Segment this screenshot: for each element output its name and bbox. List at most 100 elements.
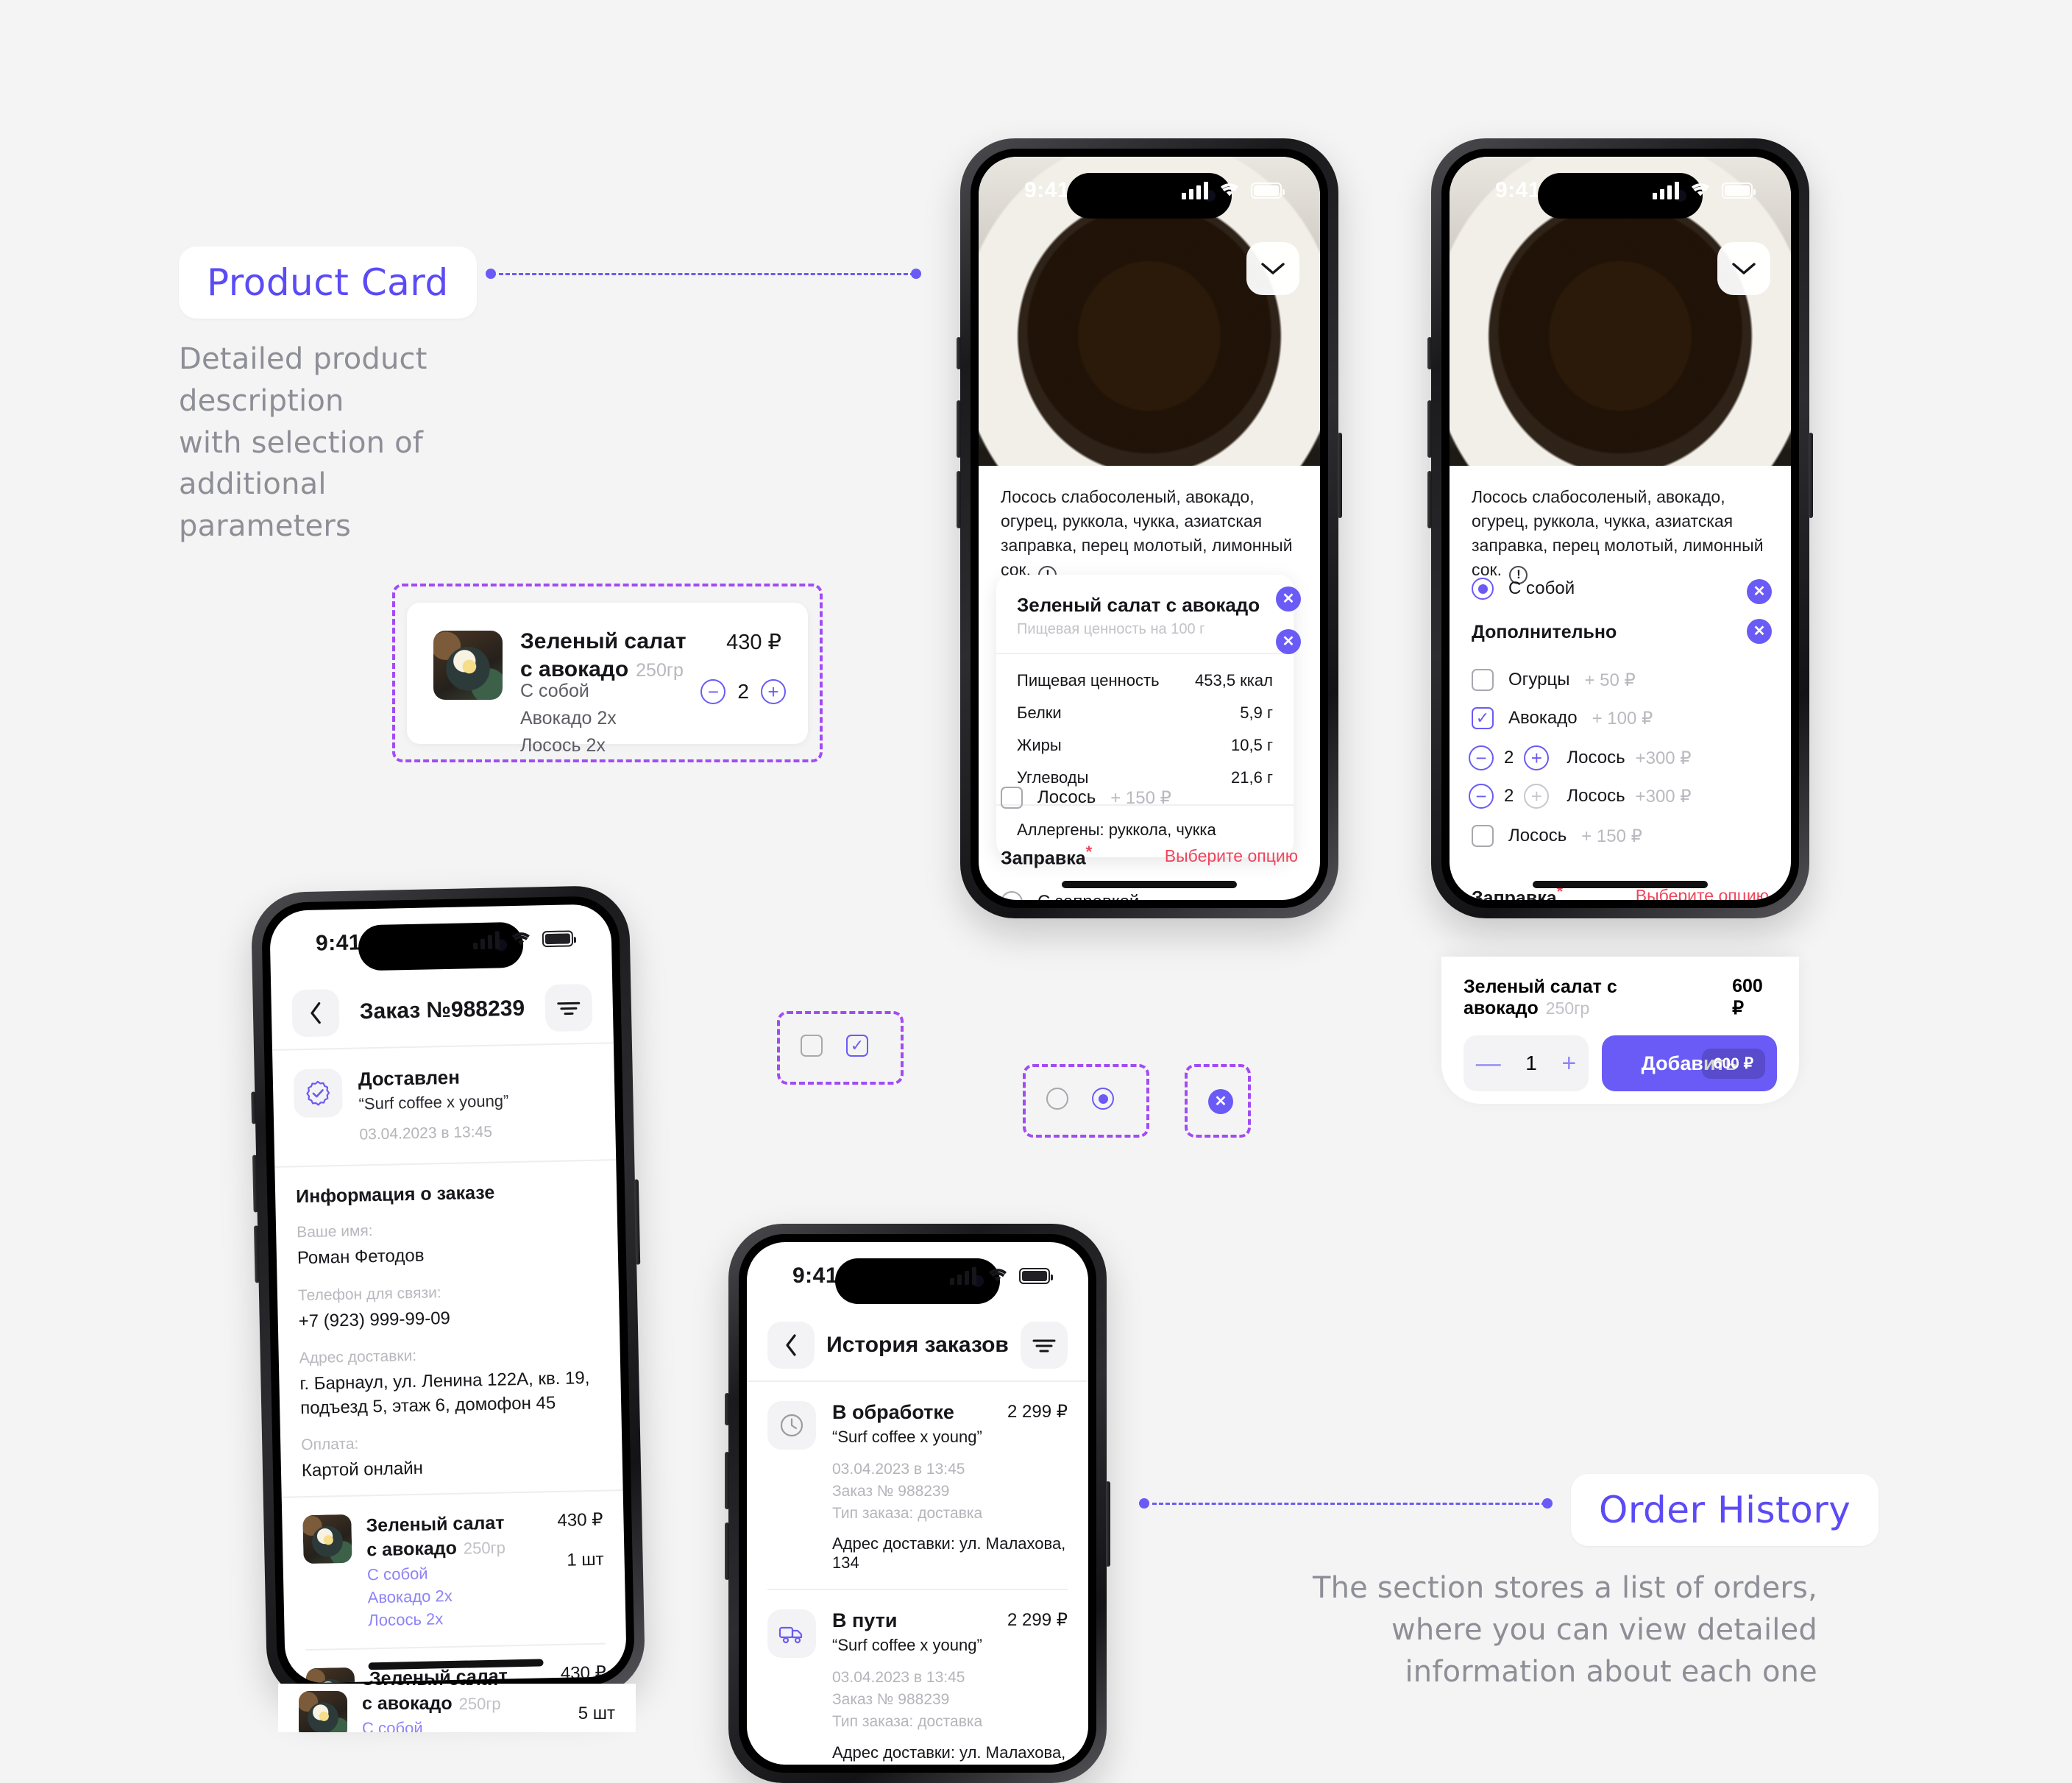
close-badge-1[interactable]: ✕: [1276, 586, 1301, 612]
order-detail-content: Заказ №988239 Доставлен “Surf coffee x y…: [271, 971, 627, 1684]
volume-up-button[interactable]: [957, 400, 961, 458]
filter-button[interactable]: [1021, 1322, 1068, 1369]
salmon-checkbox[interactable]: [1001, 787, 1023, 809]
list-item[interactable]: В пути “Surf coffee x young” 03.04.2023 …: [747, 1590, 1088, 1765]
back-button[interactable]: [767, 1322, 815, 1369]
volume-up-button[interactable]: [725, 1452, 729, 1509]
status-icons: [1653, 182, 1756, 199]
checkbox-unchecked-swatch[interactable]: [801, 1035, 823, 1057]
extra-row-1[interactable]: Авокадо + 100 ₽: [1472, 707, 1653, 729]
field-value-2: г. Барнаул, ул. Ленина 122А, кв. 19, под…: [299, 1368, 590, 1418]
extra-row-3[interactable]: − 2 + Лосось +300 ₽: [1469, 784, 1692, 809]
filter-button[interactable]: [544, 983, 593, 1032]
back-button[interactable]: [291, 989, 340, 1038]
table-row[interactable]: Зеленый салат с авокадо 250гр С собой 430…: [278, 1684, 636, 1732]
volume-down-button[interactable]: [725, 1523, 729, 1580]
bottom-increase-button[interactable]: +: [1561, 1051, 1576, 1076]
list-item[interactable]: В обработке “Surf coffee x young” 03.04.…: [747, 1382, 1088, 1589]
cellular-bars-icon: [1653, 182, 1679, 199]
close-badge-2[interactable]: ✕: [1276, 629, 1301, 654]
extra-qty-3: 2: [1504, 786, 1514, 806]
option-salmon-row[interactable]: Лосось + 150 ₽: [1001, 787, 1171, 809]
close-badge-2[interactable]: ✕: [1747, 619, 1772, 644]
volume-up-button[interactable]: [252, 1155, 258, 1213]
connector-dot-left-2: [1139, 1498, 1149, 1509]
volume-down-button[interactable]: [957, 471, 961, 528]
order-history-content: История заказов В обработке “Surf coffee…: [747, 1310, 1088, 1765]
extra-price-0: + 50 ₽: [1584, 670, 1636, 690]
extra-checkbox-0[interactable]: [1472, 669, 1494, 691]
cellular-bars-icon: [950, 1267, 976, 1285]
dressing-title-text: Заправка: [1472, 887, 1557, 900]
nutrition-value: 453,5 ккал: [1195, 671, 1273, 690]
item-thumbnail: [299, 1691, 347, 1732]
status-text-block: Доставлен “Surf coffee x young” 03.04.20…: [358, 1065, 510, 1146]
radio-unchecked-swatch[interactable]: [1046, 1088, 1068, 1110]
selection-frame-checkboxes: [777, 1011, 904, 1085]
status-time: 9:41: [315, 930, 362, 956]
extra-row-2[interactable]: − 2 + Лосось +300 ₽: [1469, 745, 1692, 770]
nutrition-value: 10,5 г: [1231, 736, 1273, 754]
history-number: Заказ № 988239: [832, 1482, 950, 1500]
dressing-label-0: С заправкой: [1037, 892, 1139, 900]
product-quantity-stepper[interactable]: − 2 +: [700, 679, 786, 704]
status-place: “Surf coffee x young”: [358, 1091, 509, 1113]
checkbox-checked-swatch[interactable]: [846, 1035, 868, 1057]
extra-row-4[interactable]: Лосось + 150 ₽: [1472, 825, 1642, 847]
dressing-option-0[interactable]: С заправкой: [1001, 891, 1139, 900]
dressing-radio-0[interactable]: [1001, 891, 1023, 900]
volume-down-button[interactable]: [254, 1225, 260, 1283]
volume-down-button[interactable]: [1427, 471, 1432, 528]
takeaway-row[interactable]: С собой: [1472, 578, 1575, 600]
nutrition-subtitle: Пищевая ценность на 100 г: [1017, 621, 1205, 637]
wifi-icon: [511, 932, 530, 946]
mute-switch[interactable]: [1427, 337, 1432, 369]
item-option-0: С собой: [366, 1564, 428, 1584]
extra-checkbox-4[interactable]: [1472, 825, 1494, 847]
product-card[interactable]: Зеленый салат с авокадо 250гр С собой Аво…: [407, 603, 808, 756]
status-icons: [1182, 182, 1285, 199]
nutrition-row: Пищевая ценность 453,5 ккал: [1017, 664, 1273, 697]
close-badge-1[interactable]: ✕: [1747, 579, 1772, 604]
home-indicator: [1533, 881, 1708, 888]
bottom-bar-actions: — 1 + Добавить 600 ₽: [1463, 1035, 1777, 1091]
extra-row-0[interactable]: Огурцы + 50 ₽: [1472, 669, 1636, 691]
mute-switch[interactable]: [725, 1393, 729, 1425]
extra-decrease-2[interactable]: −: [1469, 745, 1494, 770]
power-button[interactable]: [634, 1179, 641, 1265]
power-button[interactable]: [1809, 433, 1813, 518]
connector-line-order-history: [1152, 1503, 1546, 1505]
decrease-quantity-button[interactable]: −: [700, 679, 726, 704]
bottom-decrease-button[interactable]: —: [1476, 1051, 1501, 1076]
quantity-value: 2: [737, 680, 749, 703]
connector-dot-right: [911, 269, 921, 279]
bottom-quantity-value: 1: [1525, 1052, 1537, 1074]
order-info-block: Информация о заказе Ваше имя: Роман Фето…: [274, 1161, 622, 1497]
close-badge-swatch[interactable]: ✕: [1208, 1089, 1233, 1114]
power-button[interactable]: [1338, 433, 1342, 518]
extra-increase-2[interactable]: +: [1524, 745, 1550, 770]
cellular-bars-icon: [1182, 182, 1208, 199]
chevron-left-icon: [311, 1002, 321, 1024]
nutrition-label: Пищевая ценность: [1017, 671, 1160, 690]
item-quantity: 5 шт: [578, 1704, 615, 1723]
bottom-quantity-stepper[interactable]: — 1 +: [1463, 1035, 1589, 1091]
table-row[interactable]: Зеленый салат с авокадо 250гр С собой Аво…: [282, 1491, 626, 1650]
extra-price-1: + 100 ₽: [1592, 708, 1653, 729]
status-icons: [473, 929, 574, 950]
takeaway-radio[interactable]: [1472, 578, 1494, 600]
status-bar: 9:41: [269, 904, 612, 979]
increase-quantity-button[interactable]: +: [761, 679, 786, 704]
power-button[interactable]: [1106, 1481, 1110, 1567]
extra-decrease-3[interactable]: −: [1469, 784, 1494, 809]
volume-up-button[interactable]: [1427, 400, 1432, 458]
filter-icon: [557, 1002, 581, 1015]
item-name: Зеленый салат с авокадо 250гр: [362, 1684, 501, 1715]
collapse-button[interactable]: [1246, 242, 1299, 295]
radio-checked-swatch[interactable]: [1092, 1088, 1114, 1110]
collapse-button[interactable]: [1717, 242, 1770, 295]
mute-switch[interactable]: [957, 337, 961, 369]
mute-switch[interactable]: [251, 1091, 257, 1124]
extra-checkbox-1[interactable]: [1472, 707, 1494, 729]
add-to-cart-button[interactable]: Добавить 600 ₽: [1602, 1035, 1777, 1091]
